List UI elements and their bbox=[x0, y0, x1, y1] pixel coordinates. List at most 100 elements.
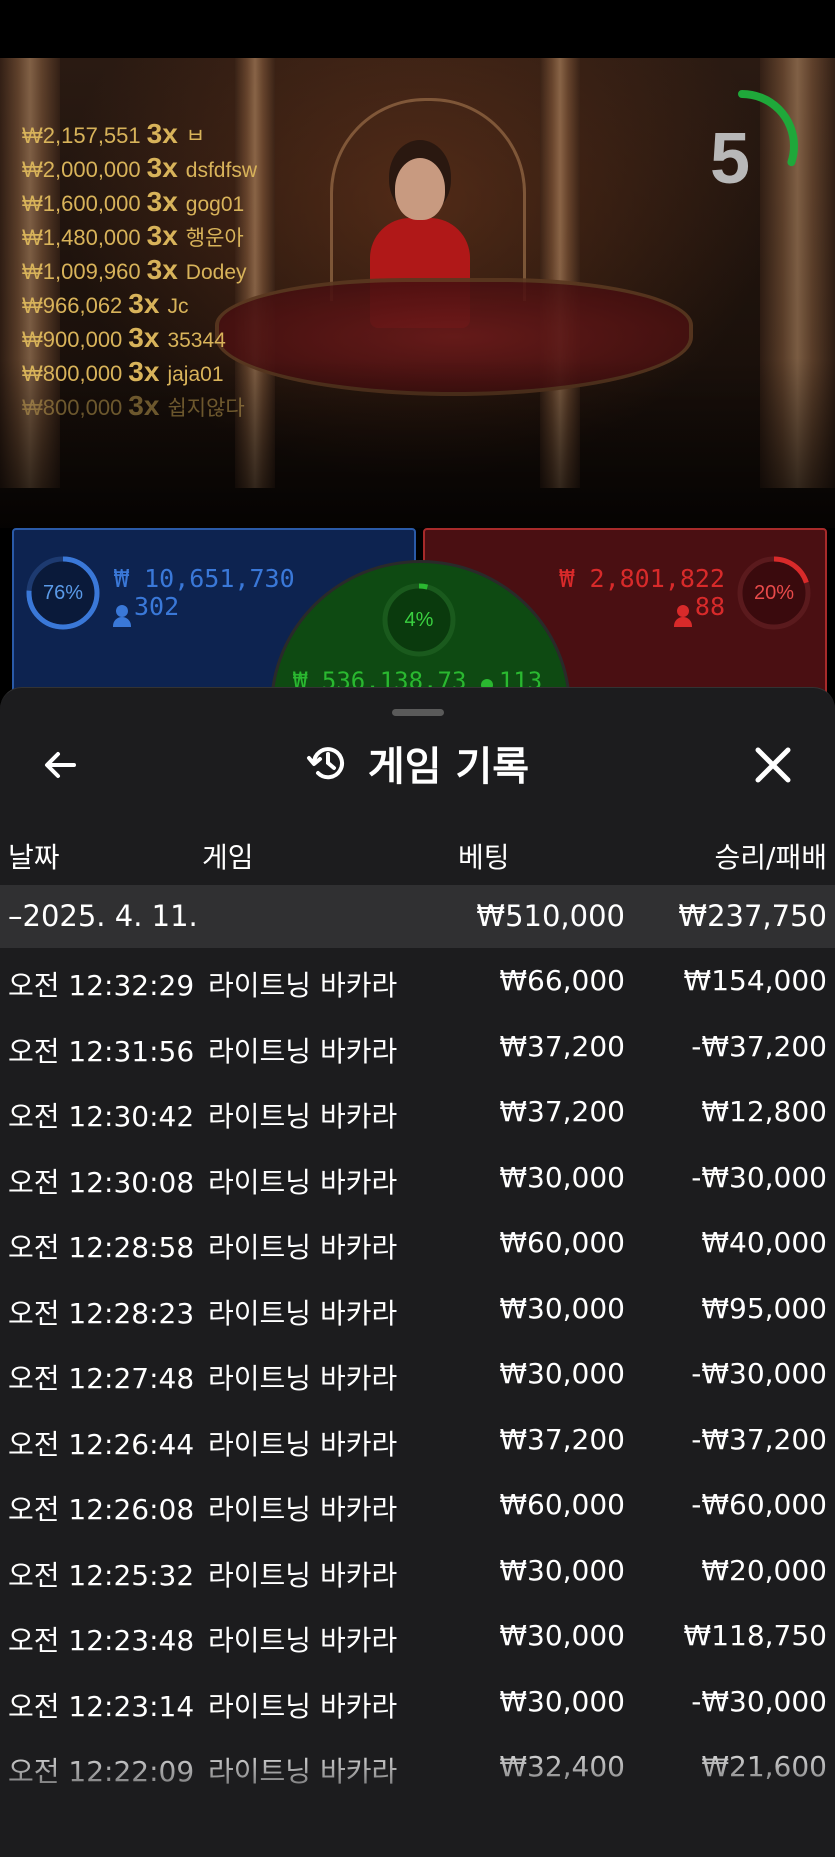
winner-name: 행운아 bbox=[185, 227, 244, 250]
row-bet: ₩30,000 bbox=[499, 1357, 625, 1390]
row-game: 라이트닝 바카라 bbox=[208, 1231, 398, 1264]
winner-entry: ₩1,009,960 3x Dodey bbox=[22, 254, 257, 288]
winner-multiplier: 3x bbox=[128, 390, 160, 421]
row-time: 오전 12:31:56 bbox=[8, 1034, 195, 1068]
row-bet: ₩60,000 bbox=[499, 1488, 625, 1521]
row-game: 라이트닝 바카라 bbox=[208, 1296, 398, 1330]
row-result: ₩118,750 bbox=[683, 1619, 827, 1652]
game-history-sheet: 게임 기록 날짜 게임 베팅 승리/패배 –2025. 4. 11. ₩510,… bbox=[0, 687, 835, 1857]
row-game: 라이트닝 바카라 bbox=[208, 1034, 398, 1068]
winner-multiplier: 3x bbox=[146, 186, 178, 217]
countdown-number: 5 bbox=[709, 119, 751, 199]
summary-date: –2025. 4. 11. bbox=[8, 899, 198, 933]
history-row[interactable]: 오전 12:28:58 라이트닝 바카라 ₩60,000 ₩40,000 bbox=[0, 1212, 835, 1277]
history-row[interactable]: 오전 12:22:09 라이트닝 바카라 ₩32,400 ₩21,600 bbox=[0, 1736, 835, 1801]
row-result: ₩40,000 bbox=[701, 1226, 827, 1259]
row-bet: ₩30,000 bbox=[499, 1160, 625, 1194]
winner-amount: ₩2,000,000 bbox=[22, 157, 141, 182]
row-time: 오전 12:26:08 bbox=[8, 1493, 195, 1526]
row-game: 라이트닝 바카라 bbox=[208, 1362, 398, 1395]
history-row[interactable]: 오전 12:27:48 라이트닝 바카라 ₩30,000 -₩30,000 bbox=[0, 1343, 835, 1408]
winner-name: dsfdfsw bbox=[185, 159, 257, 182]
winner-entry: ₩800,000 3x 쉽지않다 bbox=[22, 390, 257, 424]
sheet-grabber[interactable] bbox=[392, 709, 444, 716]
winner-name: jaja01 bbox=[167, 363, 224, 386]
history-row[interactable]: 오전 12:28:23 라이트닝 바카라 ₩30,000 ₩95,000 bbox=[0, 1278, 835, 1343]
row-time: 오전 12:30:08 bbox=[8, 1165, 195, 1199]
row-bet: ₩37,200 bbox=[499, 1029, 625, 1063]
winner-amount: ₩1,009,960 bbox=[22, 259, 141, 284]
winner-amount: ₩1,600,000 bbox=[22, 191, 141, 216]
date-summary-row[interactable]: –2025. 4. 11. ₩510,000 ₩237,750 bbox=[0, 885, 835, 948]
row-result: ₩21,600 bbox=[701, 1750, 827, 1783]
banker-bettor-count: 88 bbox=[673, 592, 725, 627]
winner-amount: ₩800,000 bbox=[22, 395, 123, 420]
winner-entry: ₩1,600,000 3x gog01 bbox=[22, 186, 257, 220]
row-game: 라이트닝 바카라 bbox=[208, 1558, 398, 1592]
column-header-date: 날짜 bbox=[8, 841, 60, 874]
close-icon[interactable] bbox=[748, 740, 798, 790]
tie-percent: 4% bbox=[404, 609, 434, 631]
row-game: 라이트닝 바카라 bbox=[208, 1755, 398, 1788]
row-result: ₩20,000 bbox=[701, 1553, 827, 1587]
column-header-game: 게임 bbox=[202, 841, 254, 874]
row-result: -₩60,000 bbox=[691, 1488, 827, 1521]
row-time: 오전 12:22:09 bbox=[8, 1755, 195, 1788]
row-result: -₩30,000 bbox=[691, 1357, 827, 1390]
winner-name: 쉽지않다 bbox=[167, 397, 245, 420]
row-result: -₩30,000 bbox=[691, 1160, 827, 1194]
history-row[interactable]: 오전 12:31:56 라이트닝 바카라 ₩37,200 -₩37,200 bbox=[0, 1016, 835, 1081]
row-result: ₩12,800 bbox=[701, 1095, 827, 1128]
row-game: 라이트닝 바카라 bbox=[208, 1689, 398, 1723]
history-row[interactable]: 오전 12:30:42 라이트닝 바카라 ₩37,200 ₩12,800 bbox=[0, 1081, 835, 1146]
row-time: 오전 12:32:29 bbox=[8, 969, 195, 1002]
row-time: 오전 12:26:44 bbox=[8, 1427, 195, 1461]
winner-entry: ₩2,000,000 3x dsfdfsw bbox=[22, 152, 257, 186]
history-row[interactable]: 오전 12:23:14 라이트닝 바카라 ₩30,000 -₩30,000 bbox=[0, 1671, 835, 1736]
row-bet: ₩30,000 bbox=[499, 1553, 625, 1587]
row-bet: ₩66,000 bbox=[499, 964, 625, 997]
row-time: 오전 12:30:42 bbox=[8, 1100, 195, 1133]
player-bet-amount: ₩ 10,651,730 bbox=[114, 564, 295, 593]
winner-amount: ₩900,000 bbox=[22, 327, 123, 352]
row-result: ₩95,000 bbox=[701, 1291, 827, 1325]
history-clock-icon bbox=[306, 747, 344, 780]
sheet-title: 게임 기록 bbox=[367, 744, 530, 790]
row-time: 오전 12:25:32 bbox=[8, 1558, 195, 1592]
winner-name: Jc bbox=[167, 295, 189, 318]
winner-name: 35344 bbox=[167, 329, 226, 352]
row-result: ₩154,000 bbox=[683, 964, 827, 997]
winner-multiplier: 3x bbox=[146, 118, 178, 149]
history-row[interactable]: 오전 12:30:08 라이트닝 바카라 ₩30,000 -₩30,000 bbox=[0, 1147, 835, 1212]
banker-percent: 20% bbox=[753, 582, 795, 604]
winner-amount: ₩800,000 bbox=[22, 361, 123, 386]
winners-list: ₩2,157,551 3x ㅂ ₩2,000,000 3x dsfdfsw ₩1,600,0… bbox=[22, 118, 257, 424]
row-bet: ₩37,200 bbox=[499, 1422, 625, 1456]
winner-entry: ₩966,062 3x Jc bbox=[22, 288, 257, 322]
row-time: 오전 12:23:14 bbox=[8, 1689, 195, 1723]
banker-bet-amount: ₩ 2,801,822 bbox=[559, 564, 725, 593]
history-row[interactable]: 오전 12:32:29 라이트닝 바카라 ₩66,000 ₩154,000 bbox=[0, 950, 835, 1015]
history-row[interactable]: 오전 12:25:32 라이트닝 바카라 ₩30,000 ₩20,000 bbox=[0, 1540, 835, 1605]
row-time: 오전 12:23:48 bbox=[8, 1624, 195, 1657]
history-row[interactable]: 오전 12:26:44 라이트닝 바카라 ₩37,200 -₩37,200 bbox=[0, 1409, 835, 1474]
row-result: -₩30,000 bbox=[691, 1684, 827, 1718]
column-header-bet: 베팅 bbox=[458, 841, 510, 874]
summary-result: ₩237,750 bbox=[678, 899, 827, 933]
row-bet: ₩60,000 bbox=[499, 1226, 625, 1259]
player-bettor-count: 302 bbox=[113, 592, 179, 627]
person-icon bbox=[673, 605, 692, 627]
dealer-head bbox=[395, 158, 445, 220]
row-game: 라이트닝 바카라 bbox=[208, 1493, 398, 1526]
winner-multiplier: 3x bbox=[128, 356, 160, 387]
live-video: ₩2,157,551 3x ㅂ ₩2,000,000 3x dsfdfsw ₩1,600,0… bbox=[0, 58, 835, 528]
status-bar bbox=[0, 0, 835, 58]
row-bet: ₩30,000 bbox=[499, 1619, 625, 1652]
player-percent: 76% bbox=[42, 582, 84, 604]
history-row[interactable]: 오전 12:26:08 라이트닝 바카라 ₩60,000 -₩60,000 bbox=[0, 1474, 835, 1539]
row-bet: ₩30,000 bbox=[499, 1684, 625, 1718]
row-bet: ₩37,200 bbox=[499, 1095, 625, 1128]
history-row[interactable]: 오전 12:23:48 라이트닝 바카라 ₩30,000 ₩118,750 bbox=[0, 1605, 835, 1670]
row-bet: ₩30,000 bbox=[499, 1291, 625, 1325]
person-icon bbox=[113, 605, 131, 627]
